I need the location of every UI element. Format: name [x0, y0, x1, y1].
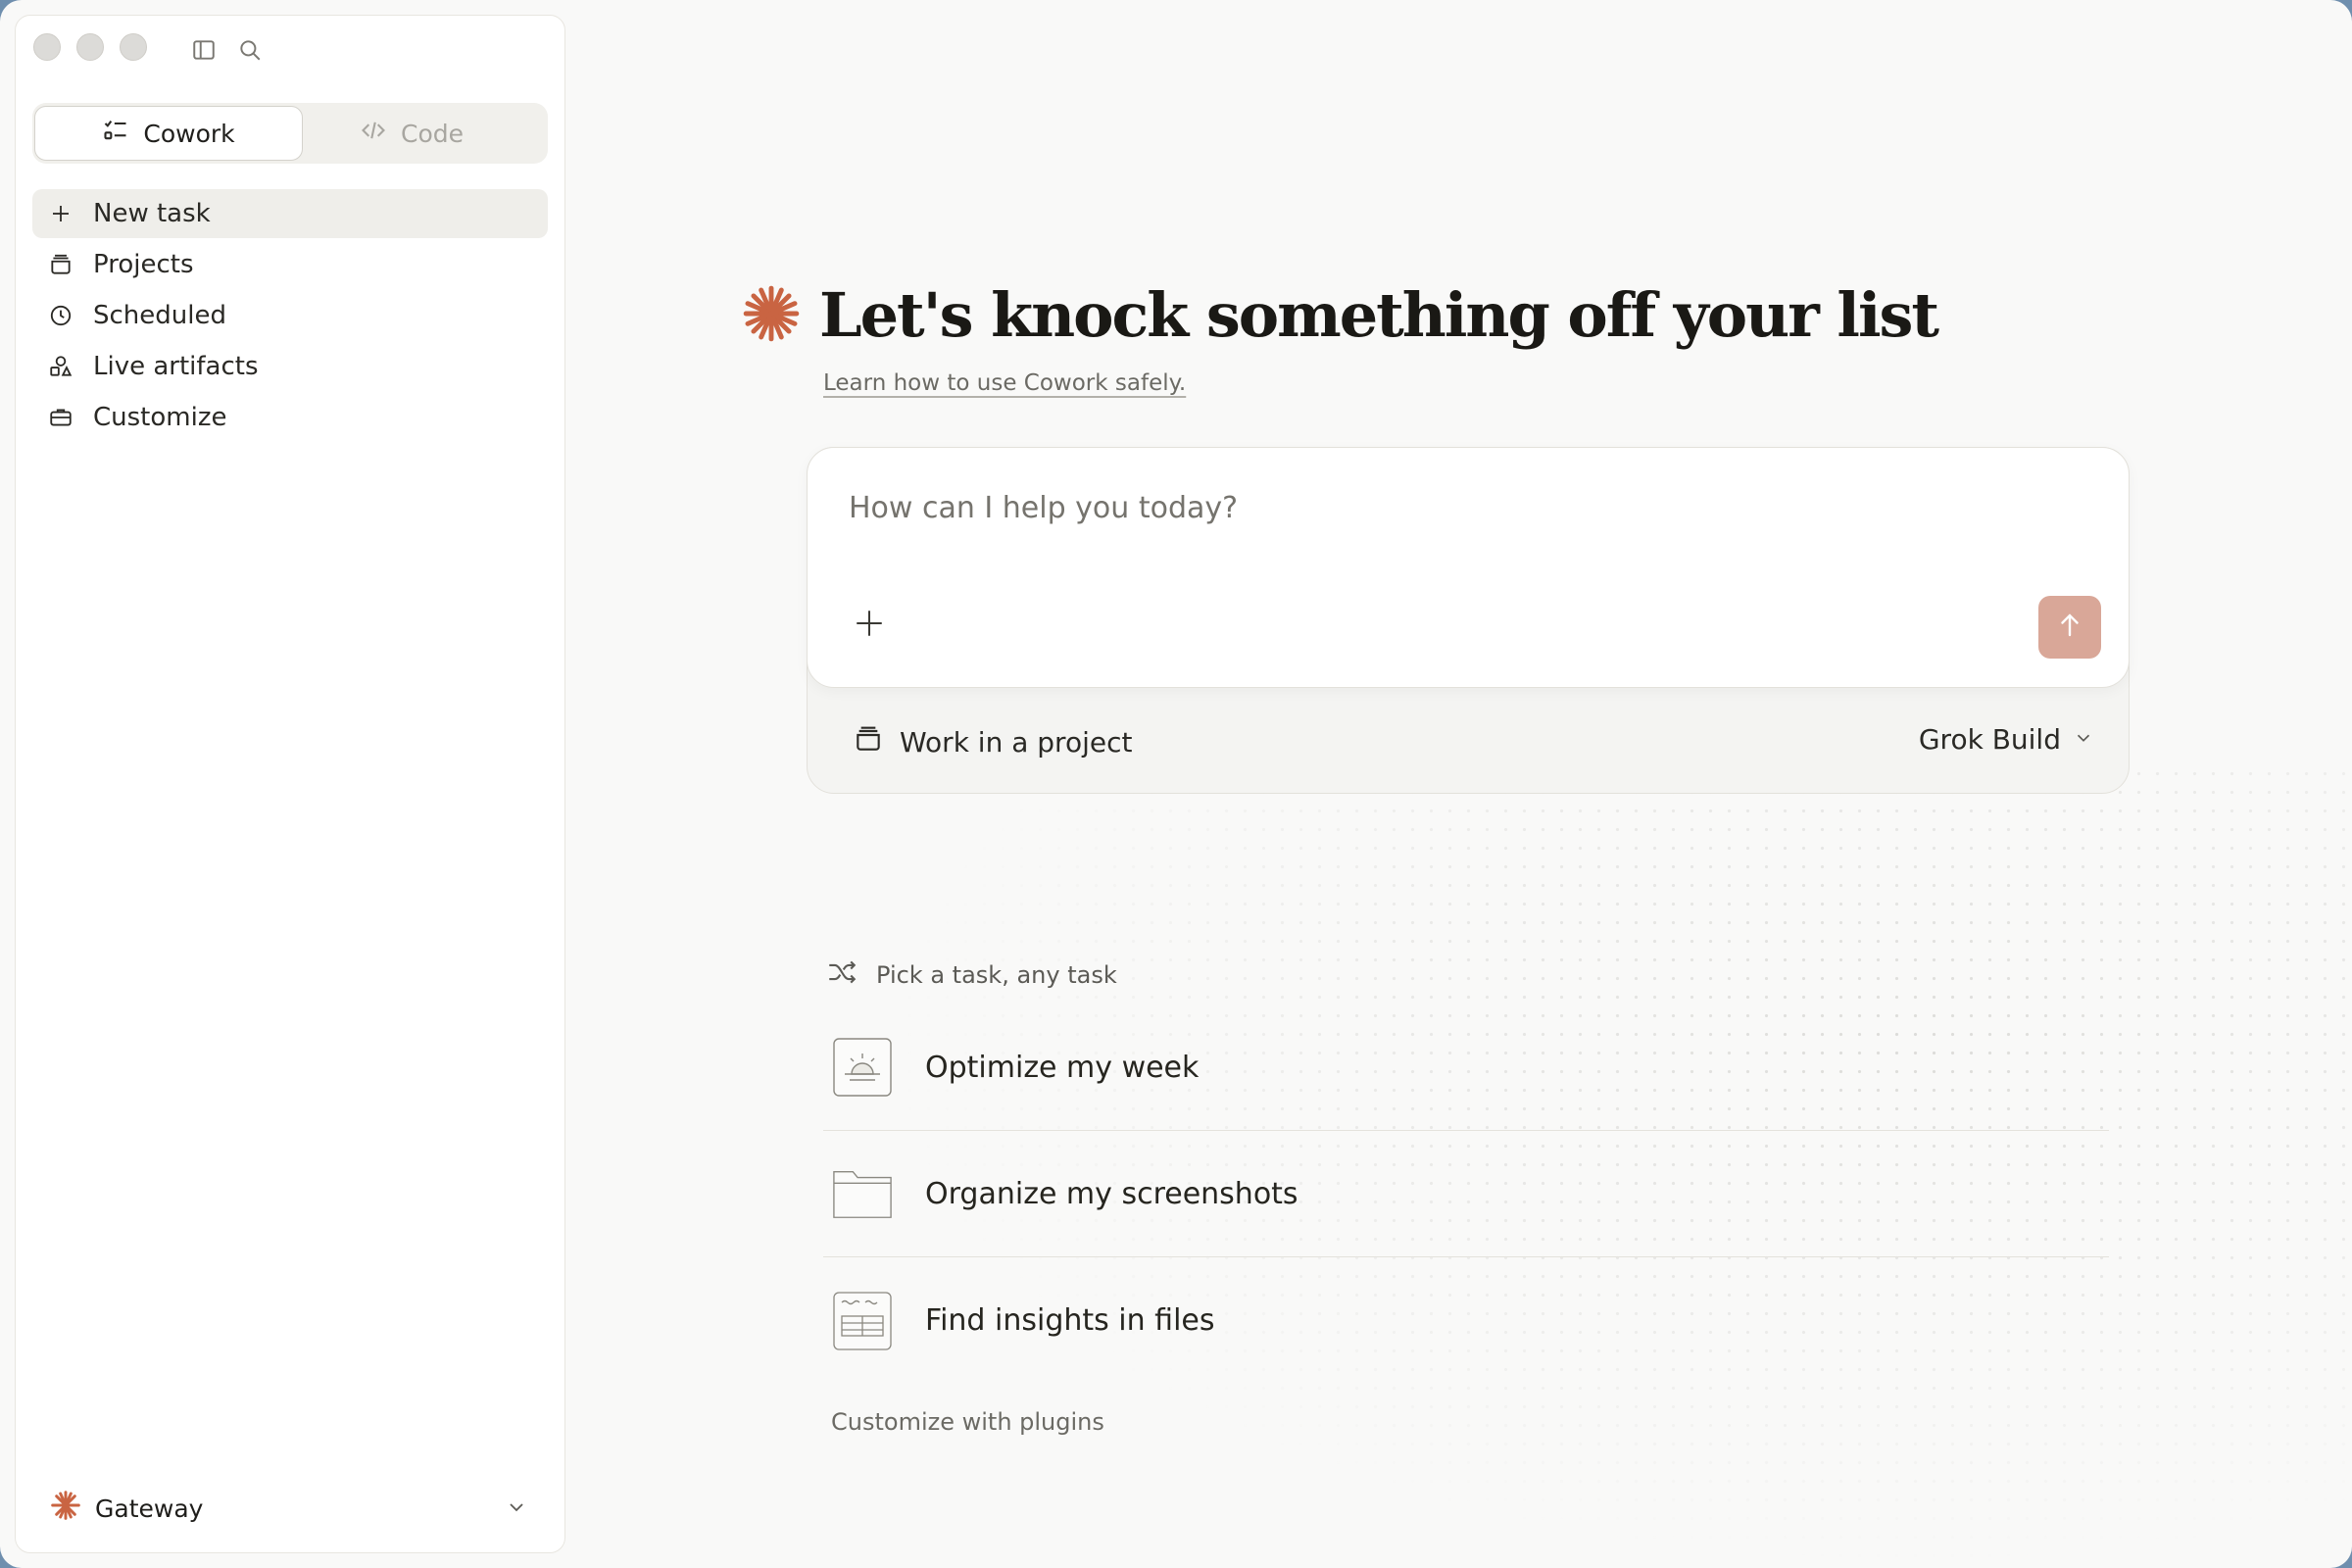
sidebar-item-scheduled[interactable]: Scheduled [32, 291, 548, 340]
minimize-window-button[interactable] [76, 33, 104, 61]
search-icon[interactable] [235, 35, 265, 65]
asterisk-logo-icon [50, 1490, 81, 1527]
work-in-project-label: Work in a project [900, 726, 1133, 759]
sidebar-item-label: New task [93, 199, 211, 228]
chevron-down-icon [505, 1495, 528, 1525]
pick-task-label: Pick a task, any task [876, 961, 1117, 989]
account-name: Gateway [95, 1494, 204, 1523]
task-label: Optimize my week [925, 1050, 1200, 1085]
plus-icon [46, 199, 75, 228]
sunrise-icon [831, 1036, 894, 1099]
sidebar: Cowork Code New task Projects Scheduled … [15, 15, 565, 1553]
sidebar-item-label: Scheduled [93, 301, 226, 330]
task-find-insights[interactable]: Find insights in files [823, 1257, 2109, 1384]
folder-icon [831, 1162, 894, 1225]
shuffle-icon [825, 956, 858, 995]
arrow-up-icon [2055, 611, 2084, 644]
spreadsheet-icon [831, 1290, 894, 1352]
checklist-icon [102, 117, 129, 150]
customize-plugins-link[interactable]: Customize with plugins [831, 1408, 1104, 1436]
sidebar-item-label: Live artifacts [93, 352, 259, 381]
sidebar-toggle-icon[interactable] [189, 35, 219, 65]
code-tab[interactable]: Code [277, 106, 546, 161]
work-in-project-button[interactable]: Work in a project [853, 723, 1132, 761]
learn-safety-link[interactable]: Learn how to use Cowork safely. [823, 370, 1186, 396]
sidebar-item-projects[interactable]: Projects [32, 240, 548, 289]
chevron-down-icon [2073, 723, 2094, 756]
composer: How can I help you today? [807, 447, 2130, 688]
task-label: Organize my screenshots [925, 1176, 1298, 1211]
code-icon [360, 117, 387, 150]
account-switcher[interactable]: Gateway [32, 1484, 548, 1533]
briefcase-icon [46, 403, 75, 432]
sidebar-item-live-artifacts[interactable]: Live artifacts [32, 342, 548, 391]
clock-icon [46, 301, 75, 330]
send-button[interactable] [2038, 596, 2101, 659]
pick-task-heading: Pick a task, any task [825, 956, 1117, 995]
projects-icon [46, 250, 75, 279]
add-attachment-icon[interactable] [853, 607, 886, 644]
sidebar-item-customize[interactable]: Customize [32, 393, 548, 442]
sidebar-item-label: Projects [93, 250, 194, 279]
cowork-tab-label: Cowork [143, 119, 235, 148]
mode-switch: Cowork Code [32, 103, 548, 164]
cowork-tab[interactable]: Cowork [34, 106, 303, 161]
app-window: Cowork Code New task Projects Scheduled … [0, 0, 2352, 1568]
page-title: Let's knock something off your list [819, 279, 1939, 351]
task-label: Find insights in files [925, 1303, 1215, 1338]
code-tab-label: Code [400, 119, 464, 148]
model-selector[interactable]: Grok Build [1919, 723, 2094, 756]
sidebar-nav: New task Projects Scheduled Live artifac… [32, 189, 548, 444]
task-optimize-week[interactable]: Optimize my week [823, 1004, 2109, 1131]
prompt-input[interactable]: How can I help you today? [849, 491, 1238, 525]
sidebar-item-new-task[interactable]: New task [32, 189, 548, 238]
headline: Let's knock something off your list [741, 279, 1939, 351]
asterisk-logo-icon [741, 283, 802, 348]
projects-icon [853, 723, 884, 761]
window-controls [33, 33, 147, 61]
close-window-button[interactable] [33, 33, 61, 61]
shapes-icon [46, 352, 75, 381]
sidebar-item-label: Customize [93, 403, 227, 432]
model-label: Grok Build [1918, 723, 2061, 756]
task-suggestions: Optimize my week Organize my screenshots… [823, 1004, 2109, 1384]
zoom-window-button[interactable] [120, 33, 147, 61]
task-organize-screenshots[interactable]: Organize my screenshots [823, 1131, 2109, 1257]
